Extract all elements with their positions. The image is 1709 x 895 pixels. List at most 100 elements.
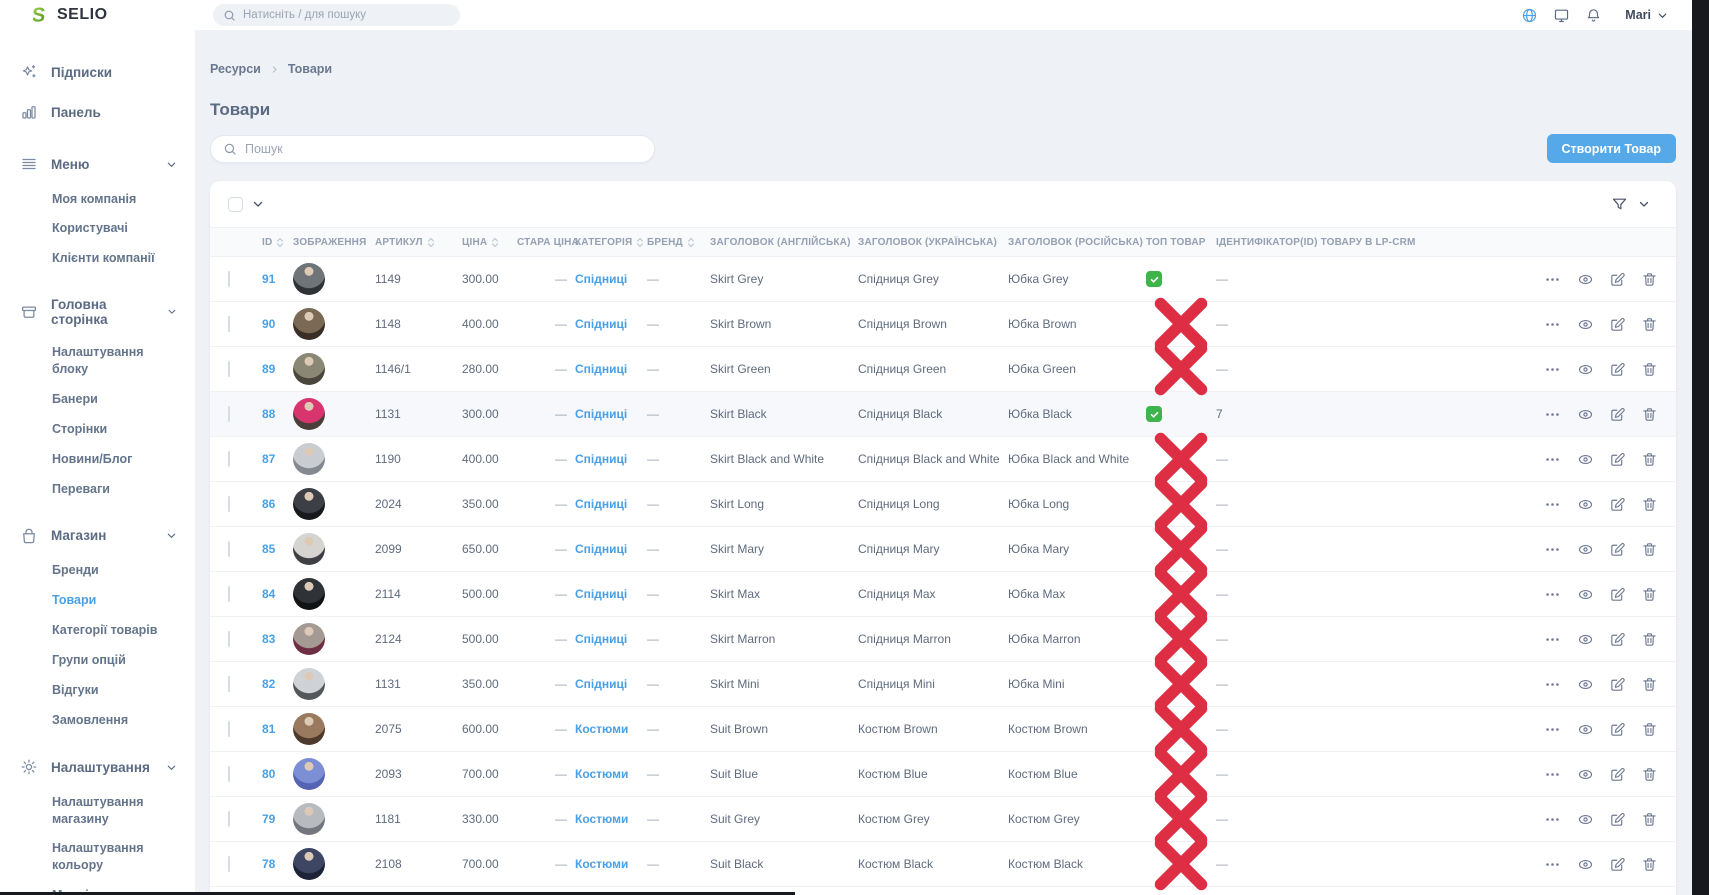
delete-icon[interactable] <box>1641 721 1658 738</box>
delete-icon[interactable] <box>1641 316 1658 333</box>
globe-icon[interactable] <box>1521 7 1538 24</box>
delete-icon[interactable] <box>1641 496 1658 513</box>
row-checkbox[interactable] <box>228 541 230 557</box>
more-actions-icon[interactable] <box>1543 271 1562 288</box>
sidebar-item-3-1[interactable]: Банери <box>0 384 195 414</box>
sort-icon[interactable] <box>491 236 499 249</box>
product-image[interactable] <box>293 308 325 340</box>
sidebar-item-4-4[interactable]: Відгуки <box>0 675 195 705</box>
row-checkbox[interactable] <box>228 676 230 692</box>
filter-funnel-icon[interactable] <box>1611 196 1628 213</box>
view-icon[interactable] <box>1577 361 1594 378</box>
more-actions-icon[interactable] <box>1543 586 1562 603</box>
global-search-input[interactable] <box>243 9 450 21</box>
row-checkbox[interactable] <box>228 316 230 332</box>
delete-icon[interactable] <box>1641 676 1658 693</box>
delete-icon[interactable] <box>1641 451 1658 468</box>
category-link[interactable]: Спідниці <box>575 632 627 646</box>
edit-icon[interactable] <box>1609 721 1626 738</box>
category-link[interactable]: Спідниці <box>575 452 627 466</box>
product-id-link[interactable]: 86 <box>262 497 275 511</box>
row-checkbox[interactable] <box>228 361 230 377</box>
breadcrumb-item-resources[interactable]: Ресурси <box>210 62 261 76</box>
product-image[interactable] <box>293 353 325 385</box>
delete-icon[interactable] <box>1641 361 1658 378</box>
sidebar-item-1[interactable]: Панель <box>0 92 195 132</box>
chevron-down-icon[interactable] <box>252 198 264 210</box>
sidebar-item-4-2[interactable]: Категорії товарів <box>0 616 195 646</box>
more-actions-icon[interactable] <box>1543 676 1562 693</box>
sidebar-item-3-4[interactable]: Переваги <box>0 474 195 504</box>
product-image[interactable] <box>293 488 325 520</box>
product-id-link[interactable]: 88 <box>262 407 275 421</box>
edit-icon[interactable] <box>1609 271 1626 288</box>
category-link[interactable]: Спідниці <box>575 587 627 601</box>
sidebar-item-0[interactable]: Підписки <box>0 52 195 92</box>
delete-icon[interactable] <box>1641 856 1658 873</box>
view-icon[interactable] <box>1577 271 1594 288</box>
bell-icon[interactable] <box>1585 7 1602 24</box>
sidebar-item-5-1[interactable]: Налаштування кольору <box>0 834 195 881</box>
category-link[interactable]: Костюми <box>575 812 628 826</box>
product-image[interactable] <box>293 713 325 745</box>
row-checkbox[interactable] <box>228 451 230 467</box>
product-image[interactable] <box>293 848 325 880</box>
edit-icon[interactable] <box>1609 361 1626 378</box>
product-id-link[interactable]: 82 <box>262 677 275 691</box>
product-image[interactable] <box>293 803 325 835</box>
delete-icon[interactable] <box>1641 406 1658 423</box>
monitor-icon[interactable] <box>1553 7 1570 24</box>
sidebar-item-3-3[interactable]: Новини/Блог <box>0 444 195 474</box>
more-actions-icon[interactable] <box>1543 316 1562 333</box>
product-image[interactable] <box>293 623 325 655</box>
view-icon[interactable] <box>1577 496 1594 513</box>
product-image[interactable] <box>293 263 325 295</box>
product-id-link[interactable]: 83 <box>262 632 275 646</box>
row-checkbox[interactable] <box>228 271 230 287</box>
edit-icon[interactable] <box>1609 586 1626 603</box>
delete-icon[interactable] <box>1641 766 1658 783</box>
sidebar-item-2-0[interactable]: Моя компанія <box>0 184 195 214</box>
edit-icon[interactable] <box>1609 631 1626 648</box>
edit-icon[interactable] <box>1609 496 1626 513</box>
more-actions-icon[interactable] <box>1543 406 1562 423</box>
edit-icon[interactable] <box>1609 316 1626 333</box>
product-id-link[interactable]: 80 <box>262 767 275 781</box>
sidebar-item-3[interactable]: Головна сторінка <box>0 286 195 338</box>
logo[interactable]: S SELIO <box>33 5 108 25</box>
category-link[interactable]: Спідниці <box>575 542 627 556</box>
column-header[interactable]: ЦІНА <box>462 236 517 249</box>
edit-icon[interactable] <box>1609 811 1626 828</box>
sidebar-item-4[interactable]: Магазин <box>0 516 195 556</box>
view-icon[interactable] <box>1577 406 1594 423</box>
sidebar-item-3-2[interactable]: Сторінки <box>0 414 195 444</box>
product-id-link[interactable]: 91 <box>262 272 275 286</box>
more-actions-icon[interactable] <box>1543 496 1562 513</box>
sidebar-item-2[interactable]: Меню <box>0 144 195 184</box>
product-image[interactable] <box>293 578 325 610</box>
row-checkbox[interactable] <box>228 496 230 512</box>
row-checkbox[interactable] <box>228 586 230 602</box>
product-image[interactable] <box>293 443 325 475</box>
view-icon[interactable] <box>1577 856 1594 873</box>
user-menu[interactable]: Mari <box>1625 8 1668 22</box>
more-actions-icon[interactable] <box>1543 856 1562 873</box>
view-icon[interactable] <box>1577 811 1594 828</box>
view-icon[interactable] <box>1577 721 1594 738</box>
row-checkbox[interactable] <box>228 631 230 647</box>
view-icon[interactable] <box>1577 586 1594 603</box>
category-link[interactable]: Спідниці <box>575 407 627 421</box>
view-icon[interactable] <box>1577 451 1594 468</box>
sidebar-item-4-3[interactable]: Групи опцій <box>0 646 195 676</box>
sidebar-item-4-1[interactable]: Товари <box>0 586 195 616</box>
product-image[interactable] <box>293 758 325 790</box>
product-id-link[interactable]: 78 <box>262 857 275 871</box>
edit-icon[interactable] <box>1609 541 1626 558</box>
edit-icon[interactable] <box>1609 676 1626 693</box>
sidebar-item-5[interactable]: Налаштування <box>0 747 195 787</box>
product-id-link[interactable]: 89 <box>262 362 275 376</box>
sidebar-item-3-0[interactable]: Налаштування блоку <box>0 338 195 385</box>
product-image[interactable] <box>293 533 325 565</box>
view-icon[interactable] <box>1577 541 1594 558</box>
row-checkbox[interactable] <box>228 766 230 782</box>
